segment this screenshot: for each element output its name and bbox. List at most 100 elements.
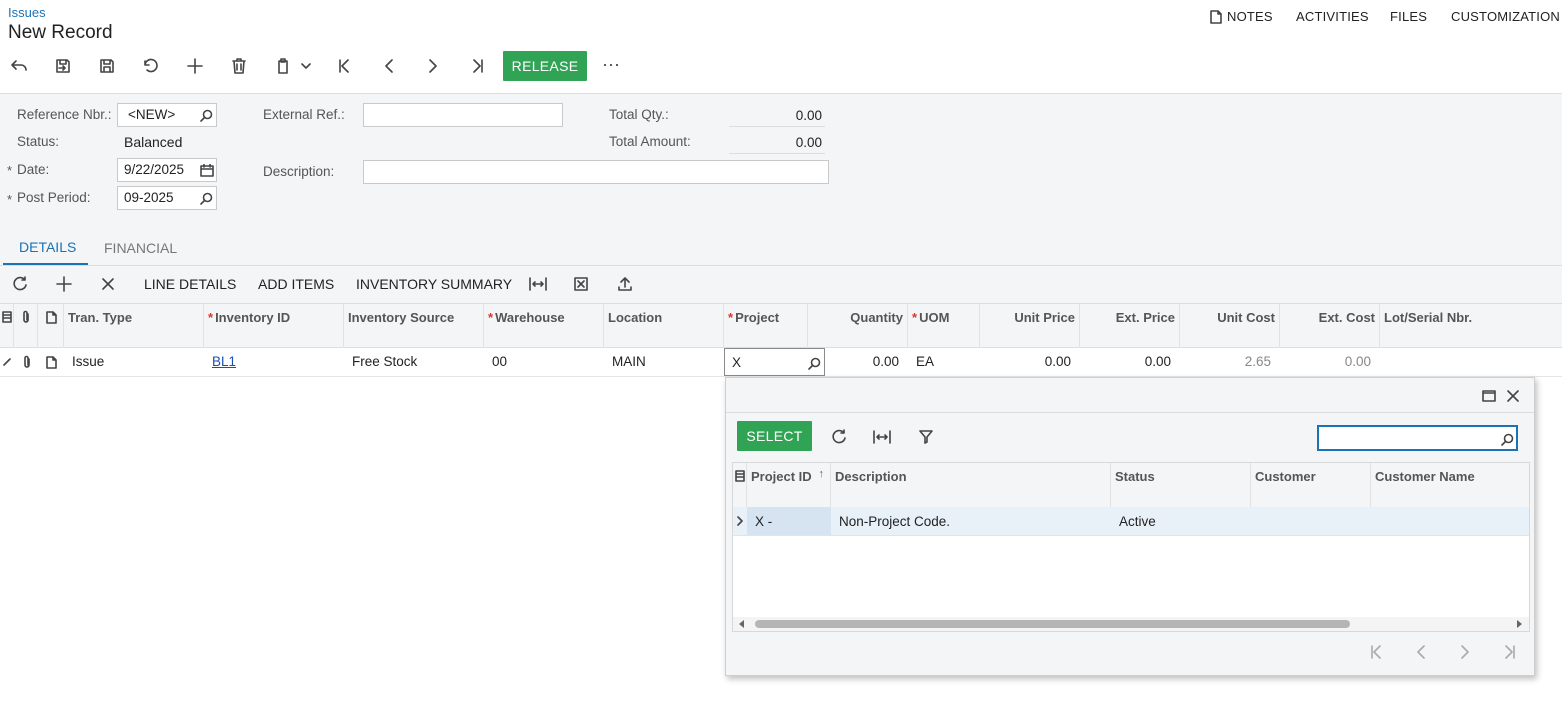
select-button[interactable]: SELECT bbox=[737, 421, 812, 451]
total-amount-underline bbox=[729, 153, 825, 154]
refresh-icon[interactable] bbox=[9, 273, 31, 295]
more-actions-button[interactable]: ··· bbox=[602, 54, 620, 75]
fit-columns-icon[interactable] bbox=[871, 426, 893, 448]
search-icon[interactable] bbox=[197, 106, 215, 124]
lookup-col-project-id-cell[interactable]: Project ID ↑ bbox=[747, 463, 831, 507]
lookup-search-input[interactable] bbox=[1317, 425, 1518, 451]
scroll-right-icon[interactable] bbox=[1517, 620, 1522, 628]
row-settings-icon[interactable] bbox=[734, 469, 746, 483]
post-period-label: Post Period: bbox=[17, 190, 91, 205]
export-excel-icon[interactable] bbox=[570, 273, 592, 295]
scroll-left-icon[interactable] bbox=[739, 620, 744, 628]
copy-paste-icon[interactable] bbox=[272, 55, 294, 77]
breadcrumb[interactable]: Issues bbox=[8, 5, 46, 20]
col-inventory-source[interactable]: Inventory Source bbox=[344, 304, 484, 348]
close-icon[interactable] bbox=[1504, 387, 1522, 405]
activities-link[interactable]: ACTIVITIES bbox=[1296, 9, 1369, 24]
filter-icon[interactable] bbox=[915, 426, 937, 448]
line-details-button[interactable]: LINE DETAILS bbox=[144, 276, 236, 292]
scrollbar-thumb[interactable] bbox=[755, 620, 1350, 628]
lookup-cell-project-id[interactable]: X - bbox=[755, 514, 772, 529]
note-icon[interactable] bbox=[44, 355, 58, 369]
calendar-icon[interactable] bbox=[198, 161, 216, 179]
refresh-icon[interactable] bbox=[828, 426, 850, 448]
lookup-col-status[interactable]: Status bbox=[1111, 463, 1251, 507]
notes-link[interactable]: NOTES bbox=[1227, 9, 1273, 24]
search-icon[interactable] bbox=[1498, 430, 1516, 448]
tab-details[interactable]: DETAILS bbox=[19, 239, 76, 255]
horizontal-scrollbar[interactable] bbox=[733, 617, 1529, 631]
description-field[interactable] bbox=[363, 160, 829, 184]
delete-icon[interactable] bbox=[228, 55, 250, 77]
last-record-icon[interactable] bbox=[466, 55, 488, 77]
description-label: Description: bbox=[263, 164, 335, 179]
edit-row-icon[interactable] bbox=[1, 356, 13, 368]
cell-quantity[interactable]: 0.00 bbox=[808, 354, 899, 369]
col-inventory-id: Inventory ID bbox=[215, 310, 291, 325]
paperclip-icon[interactable] bbox=[20, 355, 34, 369]
col-inventory-id-cell[interactable]: * Inventory ID bbox=[204, 304, 344, 348]
delete-row-icon[interactable] bbox=[97, 273, 119, 295]
lookup-col-description[interactable]: Description bbox=[831, 463, 1111, 507]
search-icon[interactable] bbox=[197, 189, 215, 207]
release-button[interactable]: RELEASE bbox=[503, 51, 587, 81]
cell-unit-price[interactable]: 0.00 bbox=[980, 354, 1071, 369]
post-period-required-mark: * bbox=[7, 192, 13, 207]
save-close-icon[interactable] bbox=[52, 55, 74, 77]
save-icon[interactable] bbox=[96, 55, 118, 77]
maximize-icon[interactable] bbox=[1480, 387, 1498, 405]
col-ext-price[interactable]: Ext. Price bbox=[1080, 304, 1180, 348]
lookup-col-customer-name[interactable]: Customer Name bbox=[1371, 463, 1529, 507]
page-title: New Record bbox=[8, 22, 113, 43]
cell-location[interactable]: MAIN bbox=[612, 354, 646, 369]
previous-record-icon[interactable] bbox=[378, 55, 400, 77]
inventory-summary-button[interactable]: INVENTORY SUMMARY bbox=[356, 276, 512, 292]
tab-financial[interactable]: FINANCIAL bbox=[104, 240, 177, 256]
col-project-cell[interactable]: * Project bbox=[724, 304, 808, 348]
cell-warehouse[interactable]: 00 bbox=[492, 354, 507, 369]
lookup-row-selector-header bbox=[733, 463, 747, 507]
notes-icon bbox=[1208, 9, 1224, 25]
upload-icon[interactable] bbox=[614, 273, 636, 295]
customization-link[interactable]: CUSTOMIZATION bbox=[1451, 9, 1560, 24]
cell-inventory-id[interactable]: BL1 bbox=[212, 354, 236, 369]
col-quantity[interactable]: Quantity bbox=[808, 304, 908, 348]
chevron-down-icon[interactable] bbox=[298, 57, 314, 75]
cell-inventory-source[interactable]: Free Stock bbox=[352, 354, 417, 369]
add-items-button[interactable]: ADD ITEMS bbox=[258, 276, 334, 292]
col-warehouse-cell[interactable]: * Warehouse bbox=[484, 304, 604, 348]
total-qty-underline bbox=[729, 126, 825, 127]
chevron-right-icon[interactable] bbox=[733, 513, 747, 529]
lookup-cell-description[interactable]: Non-Project Code. bbox=[839, 514, 950, 529]
cell-uom[interactable]: EA bbox=[916, 354, 934, 369]
date-label: Date: bbox=[17, 162, 50, 177]
col-lot-serial[interactable]: Lot/Serial Nbr. bbox=[1380, 304, 1562, 348]
cell-ext-price[interactable]: 0.00 bbox=[1080, 354, 1171, 369]
lookup-cell-status[interactable]: Active bbox=[1119, 514, 1156, 529]
files-link[interactable]: FILES bbox=[1390, 9, 1427, 24]
grid-header: Tran. Type * Inventory ID Inventory Sourc… bbox=[0, 303, 1562, 348]
lookup-row[interactable]: X - Non-Project Code. Active bbox=[733, 507, 1529, 536]
cell-tran-type[interactable]: Issue bbox=[72, 354, 104, 369]
col-ext-cost[interactable]: Ext. Cost bbox=[1280, 304, 1380, 348]
col-project: Project bbox=[735, 310, 780, 325]
total-amount-label: Total Amount: bbox=[609, 134, 691, 149]
col-unit-price[interactable]: Unit Price bbox=[980, 304, 1080, 348]
col-uom-cell[interactable]: * UOM bbox=[908, 304, 980, 348]
table-row[interactable]: Issue BL1 Free Stock 00 MAIN X 0.00 EA 0… bbox=[0, 348, 1562, 377]
next-record-icon[interactable] bbox=[422, 55, 444, 77]
undo-icon[interactable] bbox=[140, 55, 162, 77]
total-qty-label: Total Qty.: bbox=[609, 107, 669, 122]
row-settings-icon[interactable] bbox=[1, 310, 13, 324]
col-location[interactable]: Location bbox=[604, 304, 724, 348]
add-icon[interactable] bbox=[184, 55, 206, 77]
lookup-col-customer[interactable]: Customer bbox=[1251, 463, 1371, 507]
last-page-icon bbox=[1498, 642, 1520, 662]
fit-columns-icon[interactable] bbox=[527, 273, 549, 295]
back-icon[interactable] bbox=[8, 55, 30, 77]
external-ref-field[interactable] bbox=[363, 103, 563, 127]
add-row-icon[interactable] bbox=[53, 273, 75, 295]
first-record-icon[interactable] bbox=[334, 55, 356, 77]
col-tran-type[interactable]: Tran. Type bbox=[64, 304, 204, 348]
col-unit-cost[interactable]: Unit Cost bbox=[1180, 304, 1280, 348]
